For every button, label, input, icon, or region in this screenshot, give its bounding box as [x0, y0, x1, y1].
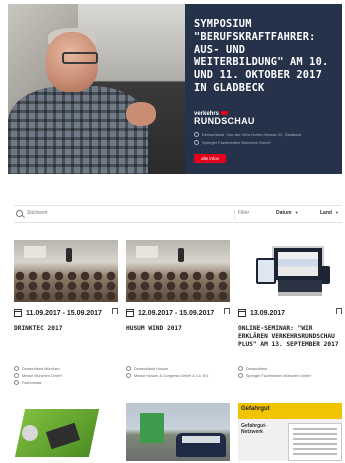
bookmark-icon[interactable]: [224, 308, 230, 314]
monitor-device: [272, 246, 324, 282]
search-icon[interactable]: [16, 210, 23, 217]
organizer-icon: [238, 373, 243, 378]
location-pin-icon: [126, 366, 131, 371]
event-title[interactable]: HUSUM WIND 2017: [126, 325, 230, 333]
brand-logo: verkehrs RUNDSCHAU: [194, 111, 255, 126]
bookmark-icon[interactable]: [112, 308, 118, 314]
filter-bar: Stichwort Filter Datum ▼ Land ▼: [14, 205, 342, 223]
location-pin-icon: [238, 366, 243, 371]
fan-part: [22, 425, 38, 441]
all-info-button[interactable]: alle infos: [194, 154, 226, 163]
filter-label: Filter: [234, 210, 249, 219]
page: SYMPOSIUM "BERUFSKRAFTFAHRER: AUS- UND W…: [8, 4, 342, 463]
stage-screen: [24, 246, 46, 258]
calendar-icon: [238, 309, 246, 317]
document-preview: [288, 423, 342, 461]
event-image[interactable]: [14, 240, 118, 302]
event-date: 11.09.2017 - 15.09.2017: [14, 309, 102, 317]
event-title[interactable]: ONLINE-SEMINAR: "WIR ERKLÄREN VERKEHRSRU…: [238, 325, 342, 348]
event-image[interactable]: Gefahrgut Gefahrgut-Netzwerk: [238, 403, 342, 461]
person-shirt: [8, 86, 148, 174]
event-image[interactable]: [238, 240, 342, 302]
person-hand: [126, 102, 156, 126]
country-select[interactable]: Land ▼: [320, 210, 339, 216]
hero-location: Deutschland, Von-der-Vohr-Hofes-Strasse …: [194, 132, 301, 138]
hero-photo: [8, 4, 185, 174]
event-card[interactable]: 13.09.2017 ONLINE-SEMINAR: "WIR ERKLÄREN…: [238, 240, 342, 378]
brand-bottom-text: RUNDSCHAU: [194, 116, 255, 126]
bookmark-icon[interactable]: [336, 308, 342, 314]
laptop-device: [278, 280, 322, 296]
tag-icon: [14, 380, 19, 385]
organizer-icon: [194, 140, 199, 146]
organizer-icon: [126, 373, 131, 378]
event-title[interactable]: DRINKTEC 2017: [14, 325, 118, 333]
location-pin-icon: [14, 366, 19, 371]
event-organizer: Springer Fachmedien München GmbH: [238, 373, 311, 378]
tablet-device: [256, 258, 276, 284]
event-image[interactable]: [14, 403, 118, 461]
hero-banner[interactable]: SYMPOSIUM "BERUFSKRAFTFAHRER: AUS- UND W…: [8, 4, 342, 174]
event-location: Deutschland Husum: [126, 366, 168, 371]
hero-panel: SYMPOSIUM "BERUFSKRAFTFAHRER: AUS- UND W…: [185, 4, 342, 174]
gefahrgut-header: Gefahrgut: [238, 403, 342, 419]
speaker-figure: [66, 248, 72, 262]
speaker-figure: [178, 248, 184, 262]
brand-mark-icon: [221, 111, 229, 116]
audience-row: [14, 290, 118, 302]
stage-screen: [136, 246, 158, 258]
police-car-image: [176, 433, 226, 457]
calendar-icon: [126, 309, 134, 317]
location-pin-icon: [194, 132, 199, 138]
event-date: 13.09.2017: [238, 309, 285, 317]
event-image[interactable]: [126, 240, 230, 302]
event-type: Fachmesse: [14, 380, 42, 385]
event-organizer: Messe München GmbH: [14, 373, 62, 378]
event-card[interactable]: 12.09.2017 - 15.09.2017 HUSUM WIND 2017 …: [126, 240, 230, 378]
event-image[interactable]: [126, 403, 230, 461]
hero-organizer: Springer Fachmedien München GmbH: [194, 140, 270, 146]
truck-image: [140, 413, 164, 443]
person-glasses: [62, 52, 98, 64]
audience-row: [126, 290, 230, 302]
search-input[interactable]: Stichwort: [27, 210, 48, 216]
event-date: 12.09.2017 - 15.09.2017: [126, 309, 214, 317]
event-organizer: Messe Husum & Congress GmbH & Co. KG: [126, 373, 208, 378]
hero-title[interactable]: SYMPOSIUM "BERUFSKRAFTFAHRER: AUS- UND W…: [194, 18, 340, 95]
chevron-down-icon: ▼: [294, 210, 299, 215]
organizer-icon: [14, 373, 19, 378]
sort-date-select[interactable]: Datum ▼: [276, 210, 299, 216]
chevron-down-icon: ▼: [334, 210, 339, 215]
event-location: Deutschland München: [14, 366, 60, 371]
event-card[interactable]: 11.09.2017 - 15.09.2017 DRINKTEC 2017 De…: [14, 240, 118, 385]
gefahrgut-subtitle: Gefahrgut-Netzwerk: [241, 423, 267, 435]
event-location: Deutschland: [238, 366, 267, 371]
calendar-icon: [14, 309, 22, 317]
